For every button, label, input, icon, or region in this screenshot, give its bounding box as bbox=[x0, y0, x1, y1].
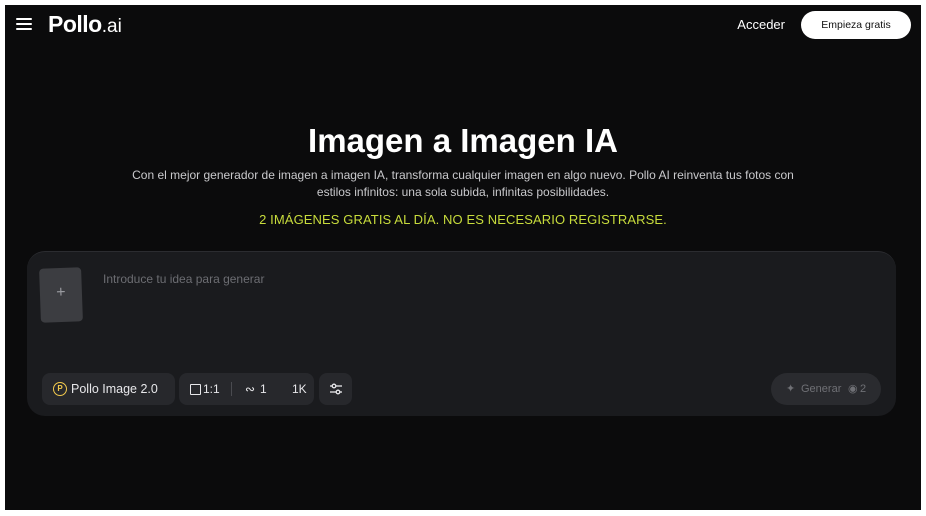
resolution-value: 1K bbox=[292, 382, 307, 396]
start-free-button[interactable]: Empieza gratis bbox=[801, 11, 911, 39]
divider bbox=[231, 382, 232, 396]
menu-icon[interactable] bbox=[15, 15, 33, 33]
credit-icon: ◉ bbox=[848, 383, 858, 395]
image-count-icon: ∾ bbox=[245, 382, 256, 396]
logo-text: Pollo bbox=[48, 11, 102, 37]
image-upload-button[interactable]: + bbox=[39, 267, 83, 323]
generate-credits: 2 bbox=[860, 383, 867, 395]
aspect-ratio-value: 1:1 bbox=[203, 382, 220, 396]
generate-label: Generar bbox=[801, 383, 842, 395]
model-selector[interactable]: P Pollo Image 2.0 bbox=[42, 373, 175, 405]
promo-text: 2 IMÁGENES GRATIS AL DÍA. NO ES NECESARI… bbox=[259, 212, 667, 227]
image-upload-icon: + bbox=[55, 283, 66, 302]
app-window: Pollo.ai Acceder Empieza gratis Imagen a… bbox=[5, 5, 921, 510]
prompt-input[interactable] bbox=[103, 272, 863, 362]
adjust-settings-button[interactable] bbox=[319, 373, 352, 405]
login-link[interactable]: Acceder bbox=[737, 17, 785, 32]
aspect-ratio-icon bbox=[190, 384, 201, 395]
page-title: Imagen a Imagen IA bbox=[308, 122, 618, 159]
sparkle-icon: ✦ bbox=[786, 383, 796, 395]
generate-button[interactable]: ✦ Generar ◉ 2 bbox=[771, 373, 881, 405]
logo[interactable]: Pollo.ai bbox=[48, 11, 122, 38]
model-icon: P bbox=[53, 382, 67, 396]
adjust-settings-icon bbox=[330, 383, 342, 395]
header: Pollo.ai Acceder Empieza gratis bbox=[5, 5, 921, 45]
logo-suffix: .ai bbox=[101, 16, 122, 37]
generation-settings-button[interactable]: 1:1 ∾ 1 1K bbox=[179, 373, 314, 405]
page-description: Con el mejor generador de imagen a image… bbox=[132, 168, 794, 199]
model-label: Pollo Image 2.0 bbox=[71, 382, 158, 396]
image-count-value: 1 bbox=[260, 382, 267, 396]
prompt-card: + P Pollo Image 2.0 1:1 ∾ 1 1K bbox=[27, 251, 896, 416]
